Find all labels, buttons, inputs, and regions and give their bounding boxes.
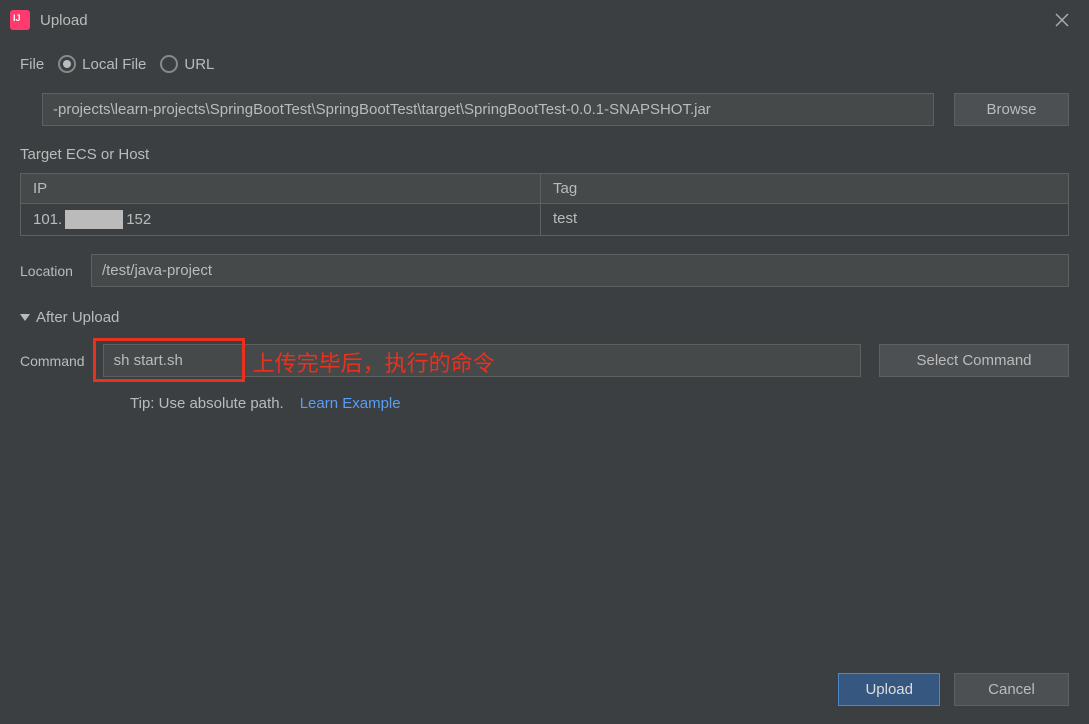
table-header: IP Tag	[21, 174, 1068, 204]
command-label: Command	[20, 353, 85, 369]
ip-cell: 101. 152	[21, 204, 541, 235]
tag-cell: test	[541, 204, 1068, 235]
tip-text: Tip: Use absolute path.	[130, 395, 284, 412]
ip-header: IP	[21, 174, 541, 203]
local-file-radio[interactable]: Local File	[58, 55, 146, 73]
command-input[interactable]: sh start.sh	[103, 344, 861, 377]
learn-example-link[interactable]: Learn Example	[300, 395, 401, 412]
select-command-button[interactable]: Select Command	[879, 344, 1069, 377]
window-title: Upload	[40, 12, 88, 29]
target-ecs-label: Target ECS or Host	[20, 146, 1069, 163]
after-upload-toggle[interactable]: After Upload	[20, 309, 1069, 326]
app-icon	[10, 10, 30, 30]
table-row[interactable]: 101. 152 test	[21, 204, 1068, 235]
ecs-table: IP Tag 101. 152 test	[20, 173, 1069, 236]
browse-button[interactable]: Browse	[954, 93, 1069, 126]
url-radio-label: URL	[184, 56, 214, 73]
close-button[interactable]	[1050, 8, 1074, 32]
file-label: File	[20, 56, 44, 73]
tag-header: Tag	[541, 174, 1068, 203]
dialog-footer: Upload Cancel	[838, 673, 1069, 706]
after-upload-label: After Upload	[36, 309, 119, 326]
file-path-input[interactable]: -projects\learn-projects\SpringBootTest\…	[42, 93, 934, 126]
ip-part2: 152	[126, 211, 151, 228]
location-label: Location	[20, 263, 73, 279]
radio-icon	[58, 55, 76, 73]
radio-icon	[160, 55, 178, 73]
ip-part1: 101.	[33, 211, 62, 228]
local-file-radio-label: Local File	[82, 56, 146, 73]
ip-mask	[65, 210, 123, 229]
chevron-down-icon	[20, 314, 30, 321]
title-bar: Upload	[0, 0, 1089, 40]
upload-button[interactable]: Upload	[838, 673, 940, 706]
cancel-button[interactable]: Cancel	[954, 673, 1069, 706]
url-radio[interactable]: URL	[160, 55, 214, 73]
location-input[interactable]: /test/java-project	[91, 254, 1069, 287]
close-icon	[1055, 13, 1069, 27]
